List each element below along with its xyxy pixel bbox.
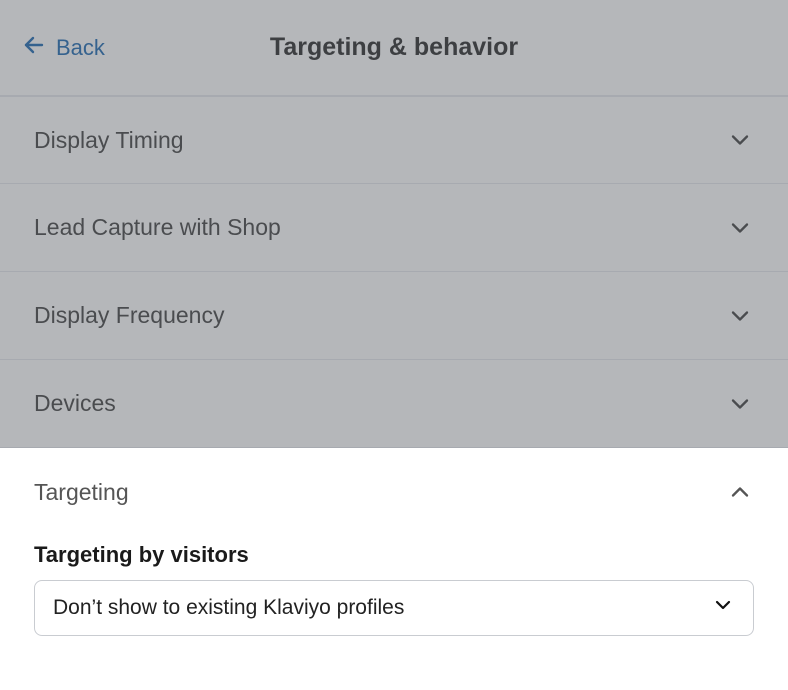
- chevron-down-icon: [726, 214, 754, 242]
- accordion-display-timing[interactable]: Display Timing: [0, 96, 788, 184]
- accordion-devices[interactable]: Devices: [0, 360, 788, 448]
- targeting-by-visitors-label: Targeting by visitors: [34, 542, 754, 568]
- accordion-label: Lead Capture with Shop: [34, 214, 281, 241]
- targeting-by-visitors-section: Targeting by visitors Don’t show to exis…: [34, 536, 754, 666]
- targeting-by-visitors-select[interactable]: Don’t show to existing Klaviyo profiles: [34, 580, 754, 636]
- accordion-label: Devices: [34, 390, 116, 417]
- accordion-targeting[interactable]: Targeting: [34, 448, 754, 536]
- chevron-down-icon: [711, 593, 735, 623]
- chevron-down-icon: [726, 126, 754, 154]
- accordion-display-frequency[interactable]: Display Frequency: [0, 272, 788, 360]
- page-title: Targeting & behavior: [0, 33, 788, 62]
- chevron-down-icon: [726, 302, 754, 330]
- select-value: Don’t show to existing Klaviyo profiles: [53, 596, 404, 620]
- page-header: Back Targeting & behavior: [0, 0, 788, 96]
- chevron-down-icon: [726, 390, 754, 418]
- chevron-up-icon: [726, 478, 754, 506]
- accordion-label: Display Frequency: [34, 302, 224, 329]
- back-button[interactable]: Back: [22, 33, 105, 63]
- accordion-lead-capture[interactable]: Lead Capture with Shop: [0, 184, 788, 272]
- back-label: Back: [56, 35, 105, 61]
- arrow-left-icon: [22, 33, 46, 63]
- accordion-label: Targeting: [34, 479, 129, 506]
- accordion-label: Display Timing: [34, 127, 184, 154]
